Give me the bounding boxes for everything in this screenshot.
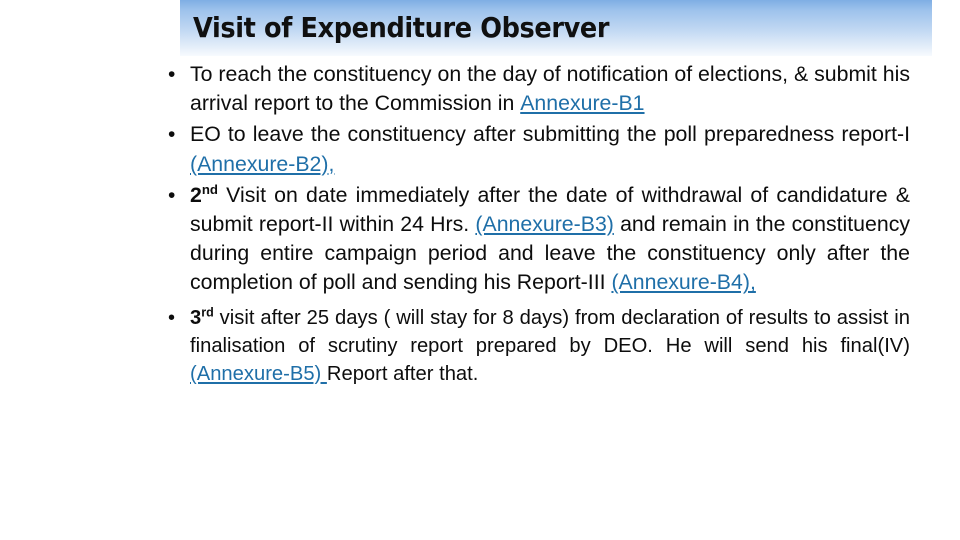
bullet-4-text-segment-2: Report after that. (326, 362, 479, 385)
ordinal-number-2nd: 2 (190, 182, 202, 207)
bullet-text-3: 2nd Visit on date immediately after the … (190, 181, 910, 298)
ordinal-suffix-nd: nd (201, 181, 218, 197)
bullet-item-3: • 2nd Visit on date immediately after th… (168, 181, 910, 298)
bullet-marker-icon: • (168, 306, 176, 329)
bullet-4-text-segment-1: visit after 25 days ( will stay for 8 da… (190, 306, 910, 357)
bullet-item-4: • 3rd visit after 25 days ( will stay fo… (168, 304, 910, 388)
ordinal-suffix-rd: rd (201, 304, 214, 319)
ordinal-number-3rd: 3 (190, 306, 202, 329)
bullet-marker-icon: • (168, 63, 176, 86)
annexure-b1-link[interactable]: Annexure-B1 (520, 91, 644, 115)
bullet-text-1: To reach the constituency on the day of … (190, 60, 910, 118)
slide-body: • To reach the constituency on the day o… (168, 60, 910, 388)
slide-canvas: Visit of Expenditure Observer • To reach… (0, 0, 960, 540)
annexure-b4-link[interactable]: (Annexure-B4), (611, 270, 755, 294)
annexure-b5-link[interactable]: (Annexure-B5) (190, 363, 327, 385)
bullet-text-2: EO to leave the constituency after submi… (190, 120, 910, 178)
bullet-2-text-segment: EO to leave the constituency after submi… (190, 122, 910, 147)
bullet-item-2: • EO to leave the constituency after sub… (168, 120, 910, 178)
annexure-b3-link[interactable]: (Annexure-B3) (475, 212, 614, 236)
page-title: Visit of Expenditure Observer (193, 12, 610, 44)
bullet-item-1: • To reach the constituency on the day o… (168, 60, 910, 118)
bullet-marker-icon: • (168, 183, 176, 207)
bullet-marker-icon: • (168, 123, 176, 147)
annexure-b2-link[interactable]: (Annexure-B2), (190, 152, 334, 176)
bullet-text-4: 3rd visit after 25 days ( will stay for … (190, 304, 910, 388)
